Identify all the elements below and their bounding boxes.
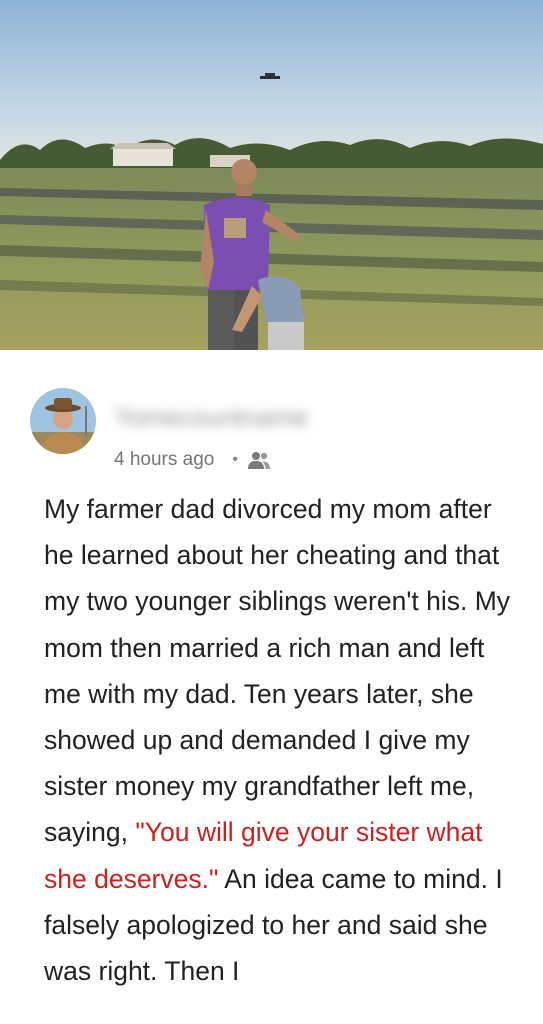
post-meta: 4 hours ago • [114,445,271,475]
hero-image[interactable] [0,0,543,350]
meta-separator: • [232,451,238,468]
timestamp: 4 hours ago [114,449,215,470]
author-row: Yomecountname 4 hours ago • [0,385,543,470]
story-part-1: My farmer dad divorced my mom after he l… [44,494,511,848]
story-text: My farmer dad divorced my mom after he l… [44,486,514,994]
group-icon [247,450,271,470]
author-name[interactable]: Yomecountname [114,403,334,431]
farmer-avatar-icon[interactable] [30,388,96,454]
